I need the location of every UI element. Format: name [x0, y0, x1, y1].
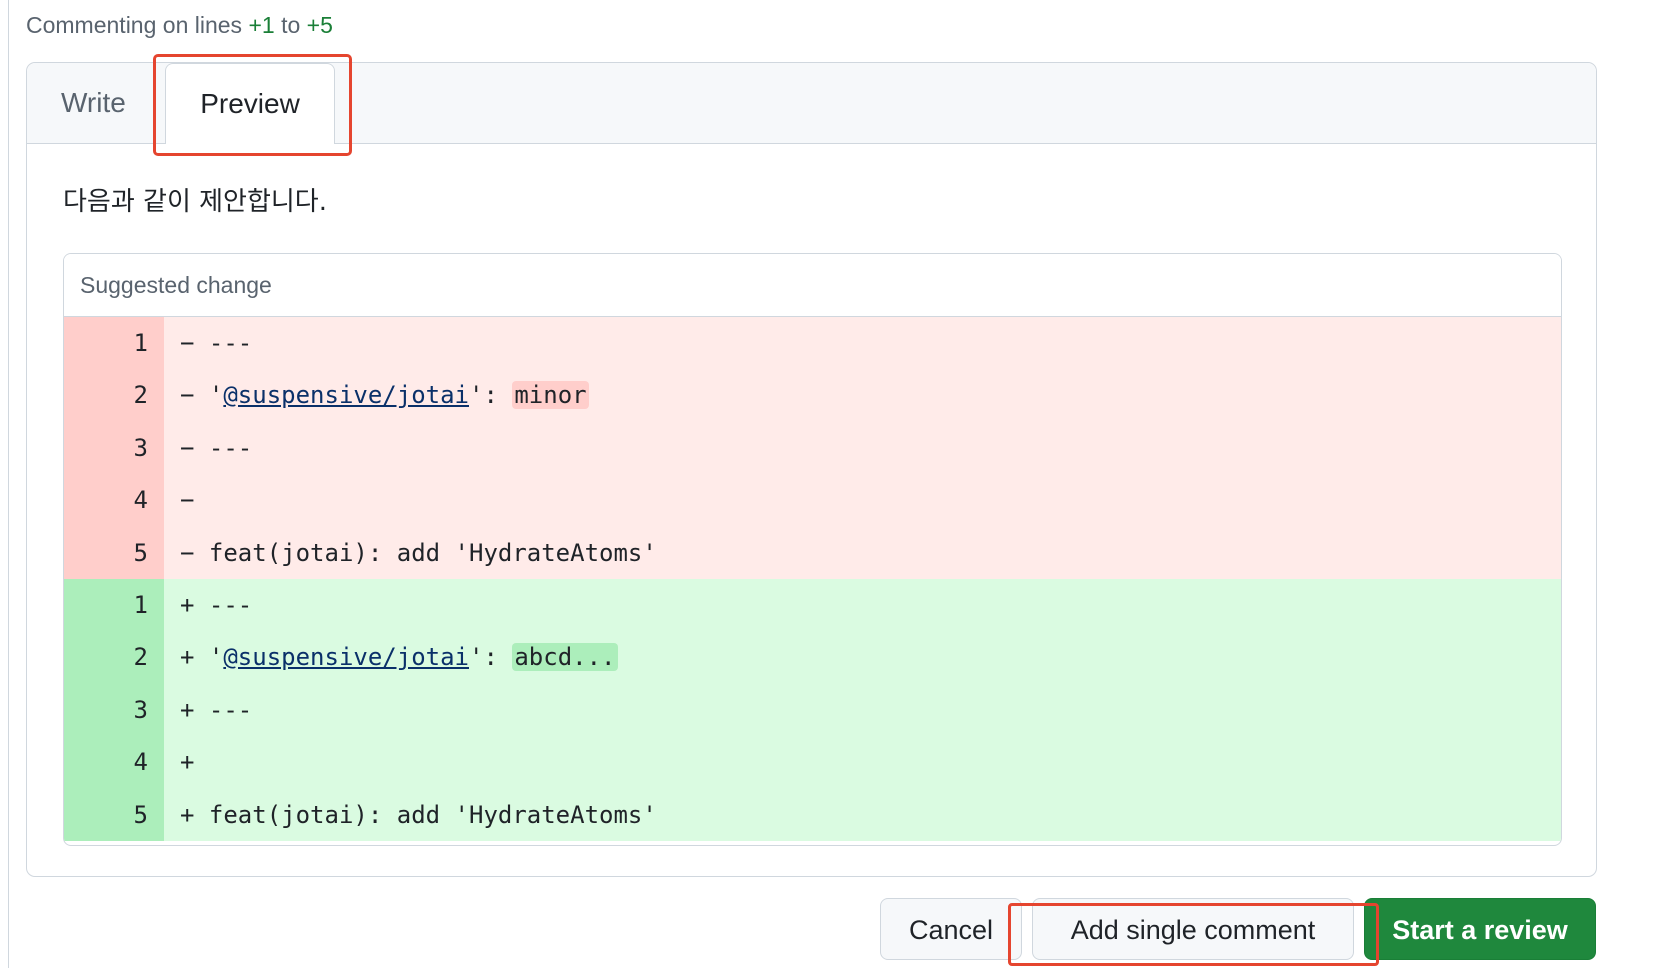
code-line: − ---	[164, 317, 1561, 370]
suggested-change-block: Suggested change 1 − --- 2 − '@suspensiv…	[63, 253, 1562, 846]
commenting-prefix: Commenting on lines	[26, 12, 243, 38]
line-number: 3	[64, 683, 164, 737]
diff-row-removed: 2 − '@suspensive/jotai': minor	[64, 369, 1561, 422]
diff-row-added: 4 +	[64, 736, 1561, 789]
line-number: 2	[64, 369, 164, 422]
code-line: − ---	[164, 421, 1561, 475]
left-border-line	[8, 0, 9, 968]
diff-row-added: 1 + ---	[64, 578, 1561, 632]
line-number: 4	[64, 736, 164, 789]
tab-write[interactable]: Write	[61, 63, 126, 143]
code-line: + feat(jotai): add 'HydrateAtoms'	[164, 788, 1561, 841]
line-end-link[interactable]: +5	[307, 12, 333, 38]
line-start-link[interactable]: +1	[248, 12, 274, 38]
comment-editor: Write Preview 다음과 같이 제안합니다. Suggested ch…	[26, 62, 1597, 877]
line-number: 2	[64, 631, 164, 684]
line-number: 1	[64, 317, 164, 370]
diff-row-removed: 4 −	[64, 474, 1561, 527]
annotation-highlight-add-single	[1008, 903, 1379, 966]
changed-token: abcd...	[512, 643, 618, 672]
line-number: 5	[64, 788, 164, 841]
code-line: − feat(jotai): add 'HydrateAtoms'	[164, 526, 1561, 579]
package-mention-link[interactable]: @suspensive/jotai	[223, 643, 469, 671]
code-line: + ---	[164, 683, 1561, 737]
comment-preview-text: 다음과 같이 제안합니다.	[63, 187, 327, 217]
annotation-highlight-preview	[153, 54, 352, 156]
cancel-button[interactable]: Cancel	[880, 898, 1022, 960]
commenting-to: to	[281, 12, 301, 38]
code-line: + ---	[164, 578, 1561, 632]
line-number: 3	[64, 421, 164, 475]
line-number: 1	[64, 578, 164, 632]
code-line: −	[164, 474, 1561, 527]
diff-row-added: 3 + ---	[64, 683, 1561, 737]
package-mention-link[interactable]: @suspensive/jotai	[223, 381, 469, 409]
diff-row-added: 5 + feat(jotai): add 'HydrateAtoms'	[64, 788, 1561, 841]
changed-token: minor	[512, 381, 589, 410]
code-line: +	[164, 736, 1561, 789]
line-number: 4	[64, 474, 164, 527]
diff-row-removed: 1 − ---	[64, 317, 1561, 370]
commenting-range-label: Commenting on lines +1 to +5	[26, 12, 333, 39]
code-line: + '@suspensive/jotai': abcd...	[164, 631, 1561, 684]
start-review-button[interactable]: Start a review	[1364, 898, 1596, 960]
code-line: − '@suspensive/jotai': minor	[164, 369, 1561, 422]
diff-row-added: 2 + '@suspensive/jotai': abcd...	[64, 631, 1561, 684]
line-number: 5	[64, 526, 164, 579]
diff-row-removed: 5 − feat(jotai): add 'HydrateAtoms'	[64, 526, 1561, 579]
diff-row-removed: 3 − ---	[64, 421, 1561, 475]
suggested-change-header: Suggested change	[64, 254, 1561, 317]
